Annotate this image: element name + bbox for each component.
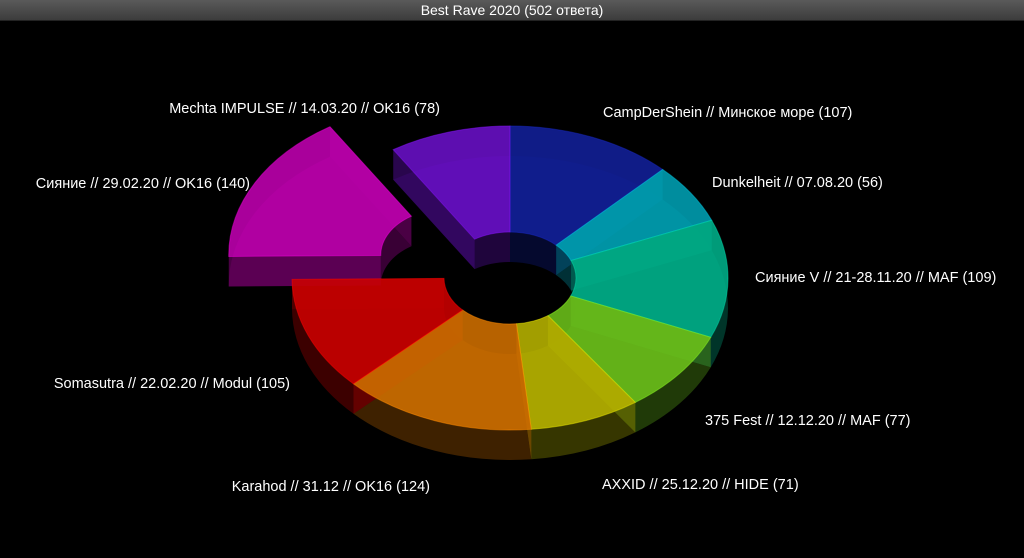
slice-label-5: Karahod // 31.12 // OK16 (124)	[232, 479, 430, 495]
slice-7[interactable]	[228, 126, 413, 257]
slice-label-1: Dunkelheit // 07.08.20 (56)	[712, 175, 883, 191]
slice-label-2: Сияние V // 21-28.11.20 // MAF (109)	[755, 270, 996, 286]
slice-label-0: CampDerShein // Минское море (107)	[603, 105, 852, 121]
slice-label-3: 375 Fest // 12.12.20 // MAF (77)	[705, 413, 911, 429]
slice-label-6: Somasutra // 22.02.20 // Modul (105)	[54, 376, 290, 392]
slice-label-8: Mechta IMPULSE // 14.03.20 // OK16 (78)	[169, 101, 440, 117]
chart-title: Best Rave 2020 (502 ответа)	[0, 0, 1024, 21]
donut-chart: CampDerShein // Минское море (107) Dunkel…	[36, 101, 997, 495]
slice-label-4: AXXID // 25.12.20 // HIDE (71)	[602, 477, 799, 493]
slice-label-7: Сияние // 29.02.20 // OK16 (140)	[36, 176, 250, 192]
